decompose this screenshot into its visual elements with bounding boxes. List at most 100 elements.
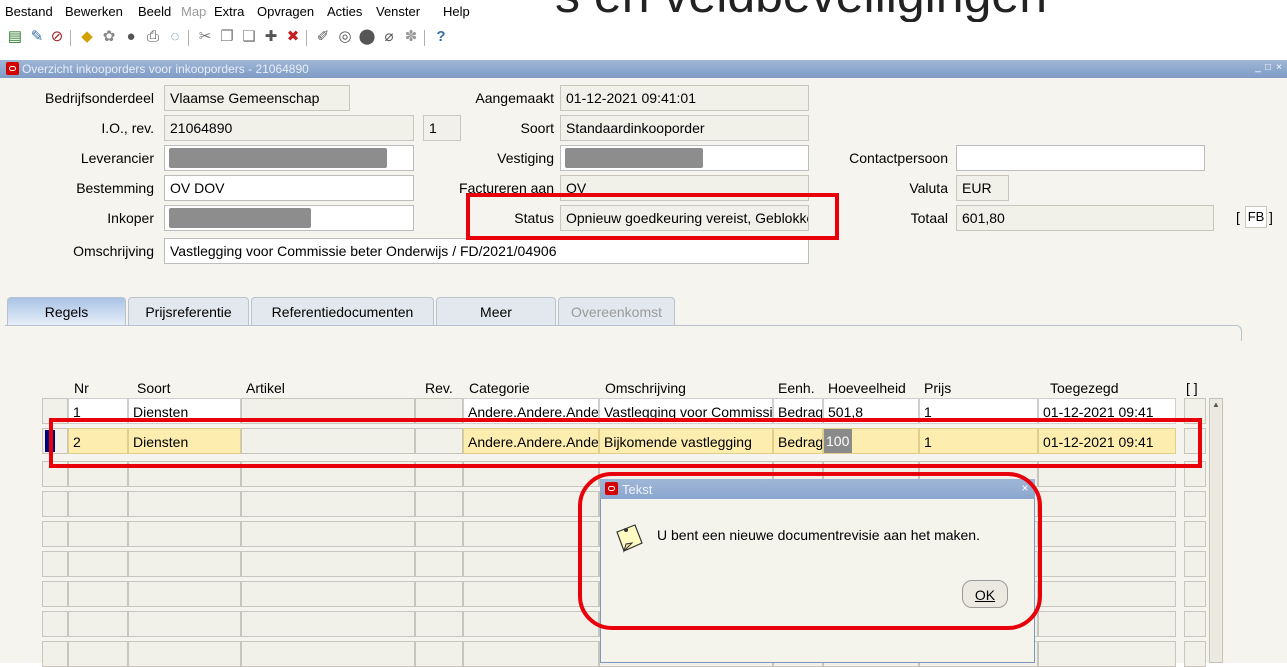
empty-cell[interactable]	[1038, 551, 1176, 577]
redacted-value	[169, 148, 387, 168]
empty-cell[interactable]	[68, 581, 128, 607]
empty-cell[interactable]	[128, 641, 241, 667]
tab-regels[interactable]: Regels	[7, 297, 126, 325]
empty-cell[interactable]	[42, 491, 68, 517]
scroll-up-icon[interactable]: ▲	[1210, 399, 1222, 411]
field-omschrijving[interactable]: Vastlegging voor Commissie beter Onderwi…	[164, 238, 809, 264]
empty-cell[interactable]	[415, 641, 463, 667]
help-icon[interactable]: ?	[432, 27, 450, 47]
empty-cell[interactable]	[463, 611, 599, 637]
menu-acties[interactable]: Acties	[327, 4, 362, 19]
copy-icon[interactable]: ❐	[218, 27, 236, 47]
empty-cell[interactable]	[1038, 641, 1176, 667]
field-leverancier[interactable]	[164, 145, 414, 171]
close-form-icon[interactable]: ◌	[166, 27, 184, 47]
menu-map[interactable]: Map	[181, 4, 206, 19]
menu-help[interactable]: Help	[443, 4, 470, 19]
attachments-icon[interactable]: ⌀	[380, 27, 398, 47]
empty-cell[interactable]	[241, 521, 415, 547]
vertical-scrollbar[interactable]	[1209, 398, 1223, 663]
empty-cell[interactable]	[415, 611, 463, 637]
delete-icon[interactable]: ✖	[284, 27, 302, 47]
menu-opvragen[interactable]: Opvragen	[257, 4, 314, 19]
empty-cell[interactable]	[128, 521, 241, 547]
fb-field[interactable]: FB	[1245, 206, 1267, 228]
tab-meer[interactable]: Meer	[436, 297, 556, 325]
cut-icon[interactable]: ✂	[196, 27, 214, 47]
empty-cell[interactable]	[42, 641, 68, 667]
label-bestemming: Bestemming	[76, 180, 154, 196]
field-io[interactable]: 21064890	[164, 115, 414, 141]
fb-bracket-open: [	[1236, 209, 1240, 225]
empty-cell[interactable]	[1038, 611, 1176, 637]
paste-icon[interactable]: ❏	[240, 27, 258, 47]
field-bedrijfsonderdeel[interactable]: Vlaamse Gemeenschap	[164, 85, 350, 111]
window-close-icon[interactable]: ×	[1273, 62, 1285, 74]
empty-cell[interactable]	[68, 641, 128, 667]
empty-cell[interactable]	[1184, 611, 1206, 637]
empty-cell[interactable]	[1184, 551, 1206, 577]
empty-cell[interactable]	[128, 611, 241, 637]
field-contactpersoon[interactable]	[956, 145, 1205, 171]
print-icon[interactable]: ⎙	[144, 27, 162, 47]
empty-cell[interactable]	[1184, 521, 1206, 547]
field-valuta[interactable]: EUR	[956, 175, 1009, 201]
empty-cell[interactable]	[241, 641, 415, 667]
empty-cell[interactable]	[241, 491, 415, 517]
folder-tools-icon[interactable]: ✽	[402, 27, 420, 47]
empty-cell[interactable]	[128, 491, 241, 517]
new-record-icon[interactable]: ▤	[6, 27, 24, 47]
menu-bewerken[interactable]: Bewerken	[65, 4, 123, 19]
field-bestemming[interactable]: OV DOV	[164, 175, 414, 201]
field-aangemaakt[interactable]: 01-12-2021 09:41:01	[560, 85, 809, 111]
empty-cell[interactable]	[42, 611, 68, 637]
save-icon[interactable]: ◆	[78, 27, 96, 47]
empty-cell[interactable]	[1184, 641, 1206, 667]
empty-cell[interactable]	[1038, 491, 1176, 517]
empty-cell[interactable]	[68, 521, 128, 547]
empty-cell[interactable]	[1184, 491, 1206, 517]
empty-cell[interactable]	[1038, 521, 1176, 547]
tab-prijsreferentie[interactable]: Prijsreferentie	[128, 297, 249, 325]
empty-cell[interactable]	[463, 641, 599, 667]
label-inkoper: Inkoper	[107, 210, 154, 226]
field-soort[interactable]: Standaardinkooporder	[560, 115, 809, 141]
empty-cell[interactable]	[68, 551, 128, 577]
navigator-icon[interactable]: ⊘	[48, 27, 66, 47]
tab-overeenkomst[interactable]: Overeenkomst	[558, 297, 675, 325]
field-totaal[interactable]: 601,80	[956, 205, 1214, 231]
menu-beeld[interactable]: Beeld	[138, 4, 171, 19]
empty-cell[interactable]	[1038, 581, 1176, 607]
redacted-value	[565, 148, 703, 168]
menu-venster[interactable]: Venster	[376, 4, 420, 19]
empty-cell[interactable]	[42, 581, 68, 607]
empty-cell[interactable]	[415, 521, 463, 547]
new-icon[interactable]: ✚	[262, 27, 280, 47]
tab-referentiedocumenten[interactable]: Referentiedocumenten	[251, 297, 434, 325]
zoom-icon[interactable]: ◎	[336, 27, 354, 47]
redacted-value	[169, 208, 311, 228]
empty-cell[interactable]	[241, 611, 415, 637]
field-vestiging[interactable]	[560, 145, 809, 171]
find-icon[interactable]: ✎	[28, 27, 46, 47]
empty-cell[interactable]	[68, 611, 128, 637]
field-inkoper[interactable]	[164, 205, 414, 231]
empty-cell[interactable]	[241, 581, 415, 607]
translations-icon[interactable]: ⬤	[358, 27, 376, 47]
empty-cell[interactable]	[42, 521, 68, 547]
empty-cell[interactable]	[128, 551, 241, 577]
switch-resp-icon[interactable]: ●	[122, 27, 140, 47]
next-step-icon[interactable]: ✿	[100, 27, 118, 47]
empty-cell[interactable]	[415, 581, 463, 607]
empty-cell[interactable]	[68, 491, 128, 517]
empty-cell[interactable]	[1184, 581, 1206, 607]
menu-bestand[interactable]: Bestand	[5, 4, 53, 19]
empty-cell[interactable]	[128, 581, 241, 607]
label-io-rev: I.O., rev.	[101, 120, 154, 136]
empty-cell[interactable]	[42, 551, 68, 577]
edit-field-icon[interactable]: ✐	[314, 27, 332, 47]
empty-cell[interactable]	[415, 491, 463, 517]
empty-cell[interactable]	[241, 551, 415, 577]
menu-extra[interactable]: Extra	[214, 4, 244, 19]
empty-cell[interactable]	[415, 551, 463, 577]
